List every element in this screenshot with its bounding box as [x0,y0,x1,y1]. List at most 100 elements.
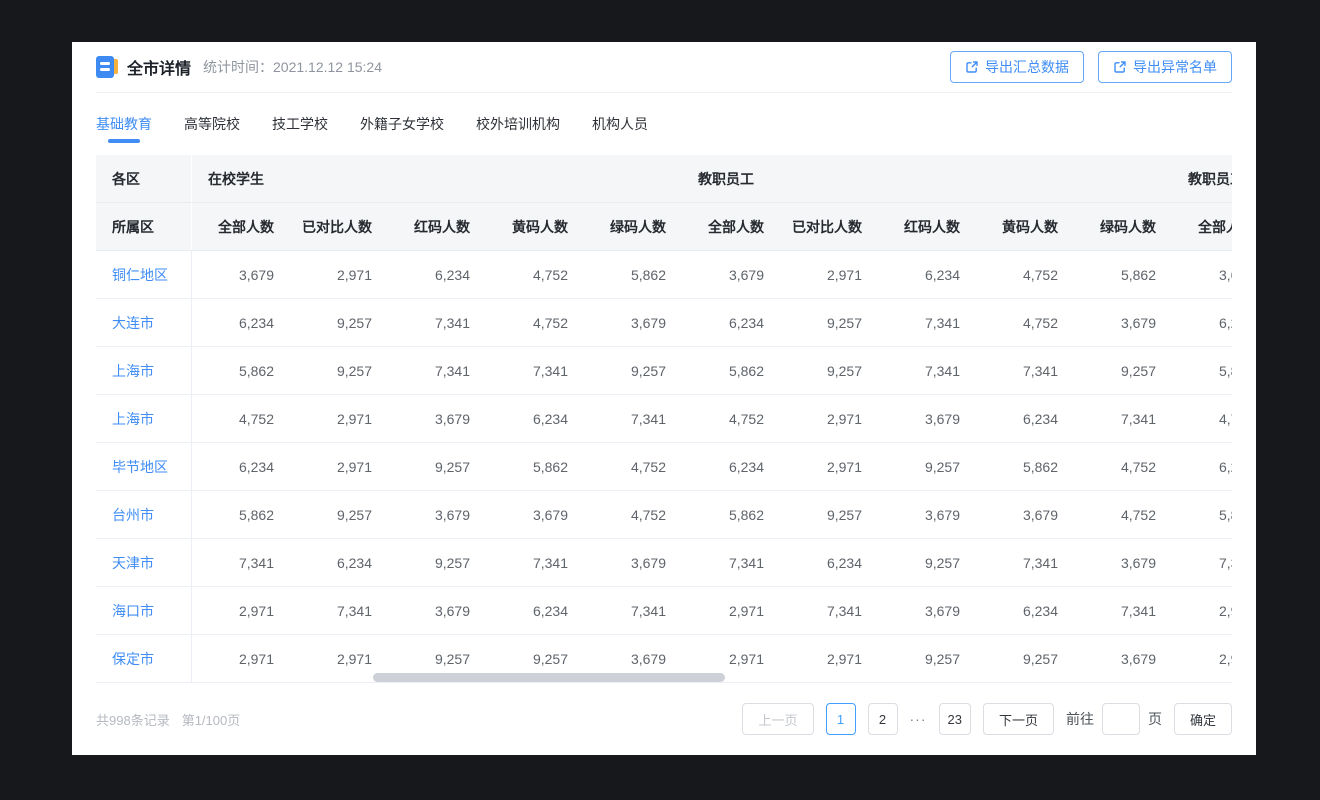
tab-3[interactable]: 技工学校 [272,114,328,134]
current-page-label: 第1/100页 [182,710,241,729]
next-page-button[interactable]: 下一页 [983,703,1054,735]
value-cell: 5,862 [1172,347,1232,394]
column-header: 全部人数 [192,203,290,250]
value-cell: 5,862 [192,491,290,538]
value-cell: 5,862 [682,347,780,394]
group-header-2: 教职员工 [682,155,1172,202]
table-row: 铜仁地区3,6792,9716,2344,7525,8623,6792,9716… [96,251,1232,299]
prev-page-button[interactable]: 上一页 [742,703,813,735]
value-cell: 9,257 [1074,347,1172,394]
value-cell: 2,971 [780,635,878,682]
value-cell: 6,234 [192,443,290,490]
confirm-button[interactable]: 确定 [1174,703,1232,735]
value-cell: 6,234 [878,251,976,298]
page-ellipsis[interactable]: ··· [910,711,927,727]
region-link[interactable]: 毕节地区 [96,443,192,490]
detail-card: 全市详情 统计时间：2021.12.12 15:24 导出汇总数据 导出异常名单 [72,42,1256,755]
column-header: 全部人数 [1172,203,1232,250]
value-cell: 9,257 [878,443,976,490]
region-link[interactable]: 大连市 [96,299,192,346]
value-cell: 6,234 [1172,443,1232,490]
value-cell: 7,341 [878,347,976,394]
value-cell: 7,341 [1172,539,1232,586]
goto-label: 前往 [1066,709,1094,729]
value-cell: 3,679 [1074,635,1172,682]
value-cell: 6,234 [192,299,290,346]
value-cell: 4,752 [1172,395,1232,442]
value-cell: 7,341 [192,539,290,586]
column-header: 黄码人数 [486,203,584,250]
table-row: 天津市7,3416,2349,2577,3413,6797,3416,2349,… [96,539,1232,587]
value-cell: 2,971 [780,251,878,298]
column-header: 红码人数 [388,203,486,250]
tab-1[interactable]: 基础教育 [96,114,152,134]
horizontal-scrollbar-thumb[interactable] [373,673,725,682]
value-cell: 9,257 [780,299,878,346]
value-cell: 2,971 [1172,635,1232,682]
export-summary-button[interactable]: 导出汇总数据 [950,51,1084,83]
value-cell: 3,679 [584,299,682,346]
region-link[interactable]: 保定市 [96,635,192,682]
page-button-23[interactable]: 23 [939,703,971,735]
value-cell: 3,679 [976,491,1074,538]
table-subheader-row: 所属区全部人数已对比人数红码人数黄码人数绿码人数全部人数已对比人数红码人数黄码人… [96,203,1232,251]
page-button-2[interactable]: 2 [868,703,898,735]
value-cell: 9,257 [584,347,682,394]
value-cell: 2,971 [290,251,388,298]
document-icon [96,56,118,78]
value-cell: 4,752 [1074,443,1172,490]
value-cell: 3,679 [878,395,976,442]
value-cell: 4,752 [584,443,682,490]
tab-5[interactable]: 校外培训机构 [476,114,560,134]
page-unit-label: 页 [1148,709,1162,729]
export-abnormal-button[interactable]: 导出异常名单 [1098,51,1232,83]
column-header: 已对比人数 [780,203,878,250]
value-cell: 9,257 [388,443,486,490]
value-cell: 6,234 [682,443,780,490]
goto-group: 前往 页 [1066,703,1162,735]
value-cell: 6,234 [780,539,878,586]
export-icon [1113,60,1127,74]
value-cell: 7,341 [1074,587,1172,634]
region-link[interactable]: 台州市 [96,491,192,538]
table-row: 大连市6,2349,2577,3414,7523,6796,2349,2577,… [96,299,1232,347]
tab-6[interactable]: 机构人员 [592,114,648,134]
value-cell: 9,257 [290,299,388,346]
region-link[interactable]: 海口市 [96,587,192,634]
value-cell: 7,341 [584,395,682,442]
column-header: 已对比人数 [290,203,388,250]
record-summary: 共998条记录 第1/100页 [96,710,240,729]
corner-header-cell: 各区 [96,155,192,202]
page-button-1[interactable]: 1 [826,703,856,735]
value-cell: 6,234 [486,587,584,634]
tab-2[interactable]: 高等院校 [184,114,240,134]
value-cell: 7,341 [976,539,1074,586]
value-cell: 7,341 [486,539,584,586]
value-cell: 7,341 [388,347,486,394]
value-cell: 6,234 [1172,299,1232,346]
pagination: 上一页 12 ··· 23 下一页 前往 页 确定 [742,703,1232,735]
tab-4[interactable]: 外籍子女学校 [360,114,444,134]
column-header: 红码人数 [878,203,976,250]
value-cell: 4,752 [976,251,1074,298]
value-cell: 4,752 [584,491,682,538]
region-link[interactable]: 铜仁地区 [96,251,192,298]
value-cell: 9,257 [780,491,878,538]
region-link[interactable]: 天津市 [96,539,192,586]
value-cell: 6,234 [486,395,584,442]
column-header: 全部人数 [682,203,780,250]
region-link[interactable]: 上海市 [96,347,192,394]
value-cell: 4,752 [1074,491,1172,538]
value-cell: 9,257 [976,635,1074,682]
value-cell: 5,862 [486,443,584,490]
region-link[interactable]: 上海市 [96,395,192,442]
value-cell: 7,341 [682,539,780,586]
value-cell: 5,862 [976,443,1074,490]
value-cell: 2,971 [192,587,290,634]
value-cell: 3,679 [388,395,486,442]
goto-page-input[interactable] [1102,703,1140,735]
value-cell: 5,862 [192,347,290,394]
value-cell: 4,752 [192,395,290,442]
tabs: 基础教育 高等院校 技工学校 外籍子女学校 校外培训机构 机构人员 [96,93,1232,155]
value-cell: 3,679 [388,491,486,538]
